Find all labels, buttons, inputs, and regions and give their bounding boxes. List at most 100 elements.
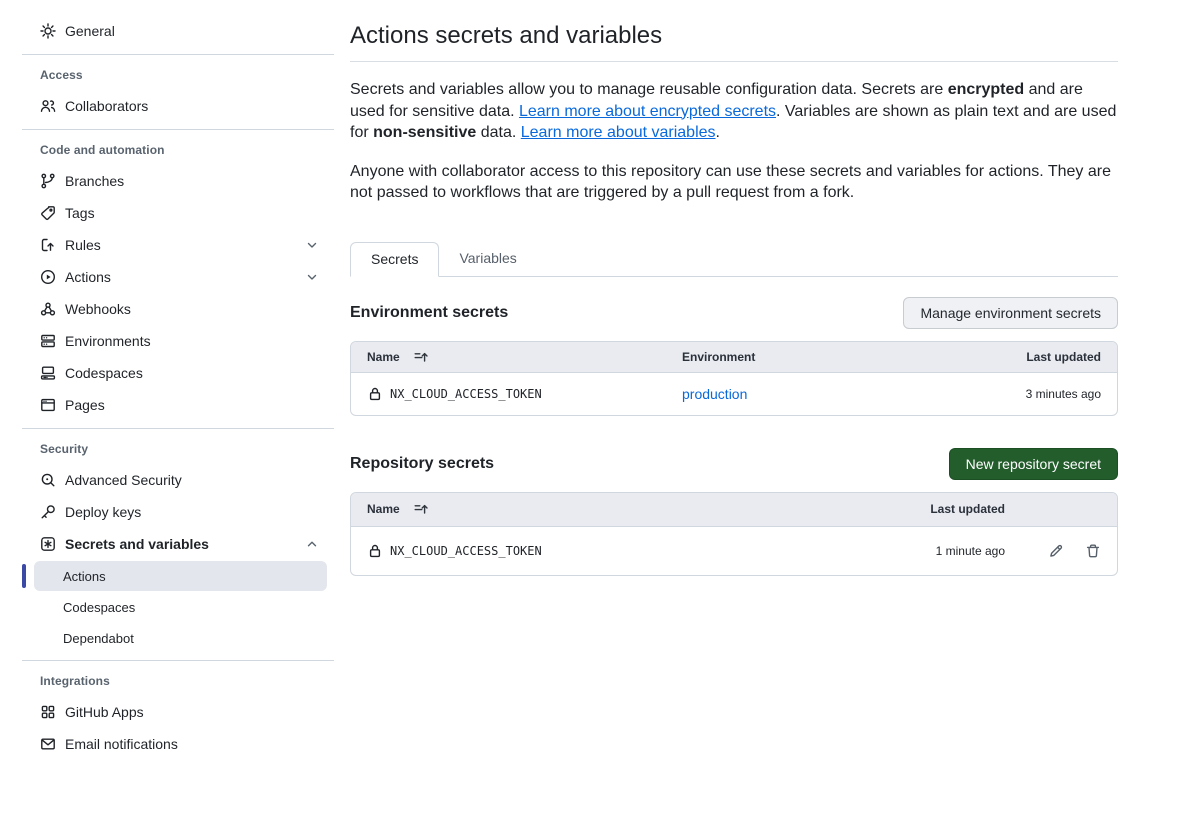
page-title: Actions secrets and variables xyxy=(350,21,1118,62)
link-learn-variables[interactable]: Learn more about variables xyxy=(521,124,716,141)
sidebar-item-secrets-and-variables[interactable]: Secrets and variables xyxy=(0,528,350,560)
sidebar-item-label: Email notifications xyxy=(65,736,178,752)
sidebar-item-actions[interactable]: Actions xyxy=(0,261,350,293)
sidebar-item-label: Tags xyxy=(65,205,95,221)
intro-text: data. xyxy=(476,124,520,141)
column-header-last-updated: Last updated xyxy=(951,350,1101,364)
server-icon xyxy=(40,333,56,349)
sidebar-item-label: Branches xyxy=(65,173,124,189)
tag-icon xyxy=(40,205,56,221)
sidebar-item-label: General xyxy=(65,23,115,39)
sidebar-item-label: GitHub Apps xyxy=(65,704,144,720)
sidebar-item-label: Environments xyxy=(65,333,151,349)
table-row: NX_CLOUD_ACCESS_TOKEN 1 minute ago xyxy=(351,527,1117,575)
sidebar-item-pages[interactable]: Pages xyxy=(0,389,350,421)
sidebar-item-collaborators[interactable]: Collaborators xyxy=(0,90,350,122)
sidebar-item-codespaces[interactable]: Codespaces xyxy=(0,357,350,389)
sidebar-subitem-label: Dependabot xyxy=(63,631,134,646)
edit-secret-button[interactable] xyxy=(1048,543,1064,559)
asterisk-box-icon xyxy=(40,536,56,552)
secret-name: NX_CLOUD_ACCESS_TOKEN xyxy=(390,544,542,558)
lock-icon xyxy=(367,543,383,559)
last-updated-value: 1 minute ago xyxy=(925,544,1005,558)
sidebar-subitem-dependabot[interactable]: Dependabot xyxy=(34,623,327,653)
sidebar-item-webhooks[interactable]: Webhooks xyxy=(0,293,350,325)
browser-icon xyxy=(40,397,56,413)
environment-secrets-header: Environment secrets Manage environment s… xyxy=(350,297,1118,329)
access-note-paragraph: Anyone with collaborator access to this … xyxy=(350,161,1118,204)
tab-variables[interactable]: Variables xyxy=(439,241,536,276)
tab-secrets[interactable]: Secrets xyxy=(350,242,439,277)
repository-secrets-header: Repository secrets New repository secret xyxy=(350,448,1118,480)
environment-link[interactable]: production xyxy=(682,386,747,402)
sidebar-section-security: Security xyxy=(0,439,350,459)
chevron-down-icon[interactable] xyxy=(304,269,320,285)
codescan-icon xyxy=(40,472,56,488)
sidebar-item-label: Deploy keys xyxy=(65,504,141,520)
row-actions xyxy=(1005,543,1101,559)
sidebar-item-general[interactable]: General xyxy=(0,15,350,47)
sidebar-section-code-automation: Code and automation xyxy=(0,140,350,160)
divider xyxy=(22,428,334,429)
sidebar-item-label: Secrets and variables xyxy=(65,536,209,552)
repository-secrets-table: Name Last updated NX_CLOUD_ACCESS_TOKEN … xyxy=(350,492,1118,576)
sidebar-item-environments[interactable]: Environments xyxy=(0,325,350,357)
grid-icon xyxy=(40,704,56,720)
intro-text: Secrets and variables allow you to manag… xyxy=(350,81,948,98)
sidebar-item-email-notifications[interactable]: Email notifications xyxy=(0,728,350,760)
webhook-icon xyxy=(40,301,56,317)
sidebar-section-integrations: Integrations xyxy=(0,671,350,691)
key-icon xyxy=(40,504,56,520)
settings-sidebar: General Access Collaborators Code and au… xyxy=(0,0,350,760)
intro-bold-encrypted: encrypted xyxy=(948,81,1024,98)
column-header-environment: Environment xyxy=(682,350,951,364)
sort-ascending-icon[interactable] xyxy=(413,349,429,365)
intro-text: . xyxy=(716,124,720,141)
divider xyxy=(22,54,334,55)
manage-environment-secrets-button[interactable]: Manage environment secrets xyxy=(903,297,1118,329)
sidebar-item-label: Rules xyxy=(65,237,101,253)
column-header-name: Name xyxy=(367,502,400,516)
sidebar-subitem-label: Codespaces xyxy=(63,600,135,615)
sidebar-item-github-apps[interactable]: GitHub Apps xyxy=(0,696,350,728)
sidebar-subitem-label: Actions xyxy=(63,569,106,584)
git-branch-icon xyxy=(40,173,56,189)
sidebar-item-label: Pages xyxy=(65,397,105,413)
sidebar-item-rules[interactable]: Rules xyxy=(0,229,350,261)
rules-icon xyxy=(40,237,56,253)
link-learn-encrypted-secrets[interactable]: Learn more about encrypted secrets xyxy=(519,103,776,120)
delete-secret-button[interactable] xyxy=(1085,543,1101,559)
chevron-down-icon[interactable] xyxy=(304,237,320,253)
people-icon xyxy=(40,98,56,114)
intro-bold-non-sensitive: non-sensitive xyxy=(373,124,476,141)
sort-ascending-icon[interactable] xyxy=(413,501,429,517)
sidebar-subitem-actions[interactable]: Actions xyxy=(34,561,327,591)
codespaces-icon xyxy=(40,365,56,381)
gear-icon xyxy=(40,23,56,39)
environment-secrets-table: Name Environment Last updated NX_CLOUD_A… xyxy=(350,341,1118,416)
sidebar-item-deploy-keys[interactable]: Deploy keys xyxy=(0,496,350,528)
sidebar-section-access: Access xyxy=(0,65,350,85)
new-repository-secret-button[interactable]: New repository secret xyxy=(949,448,1118,480)
environment-secrets-title: Environment secrets xyxy=(350,304,508,322)
table-row: NX_CLOUD_ACCESS_TOKEN production 3 minut… xyxy=(351,373,1117,415)
secret-name: NX_CLOUD_ACCESS_TOKEN xyxy=(390,387,542,401)
last-updated-value: 3 minutes ago xyxy=(951,387,1101,401)
sidebar-item-label: Codespaces xyxy=(65,365,143,381)
environment-secrets-table-header: Name Environment Last updated xyxy=(351,342,1117,373)
lock-icon xyxy=(367,386,383,402)
column-header-name: Name xyxy=(367,350,400,364)
column-header-last-updated: Last updated xyxy=(925,502,1005,516)
sidebar-item-tags[interactable]: Tags xyxy=(0,197,350,229)
main-content: Actions secrets and variables Secrets an… xyxy=(350,0,1118,576)
sidebar-item-branches[interactable]: Branches xyxy=(0,165,350,197)
sidebar-subitem-codespaces[interactable]: Codespaces xyxy=(34,592,327,622)
secrets-variables-tabnav: Secrets Variables xyxy=(350,242,1118,277)
sidebar-item-label: Advanced Security xyxy=(65,472,182,488)
sidebar-item-label: Webhooks xyxy=(65,301,131,317)
divider xyxy=(22,660,334,661)
chevron-up-icon[interactable] xyxy=(304,536,320,552)
divider xyxy=(22,129,334,130)
mail-icon xyxy=(40,736,56,752)
sidebar-item-advanced-security[interactable]: Advanced Security xyxy=(0,464,350,496)
